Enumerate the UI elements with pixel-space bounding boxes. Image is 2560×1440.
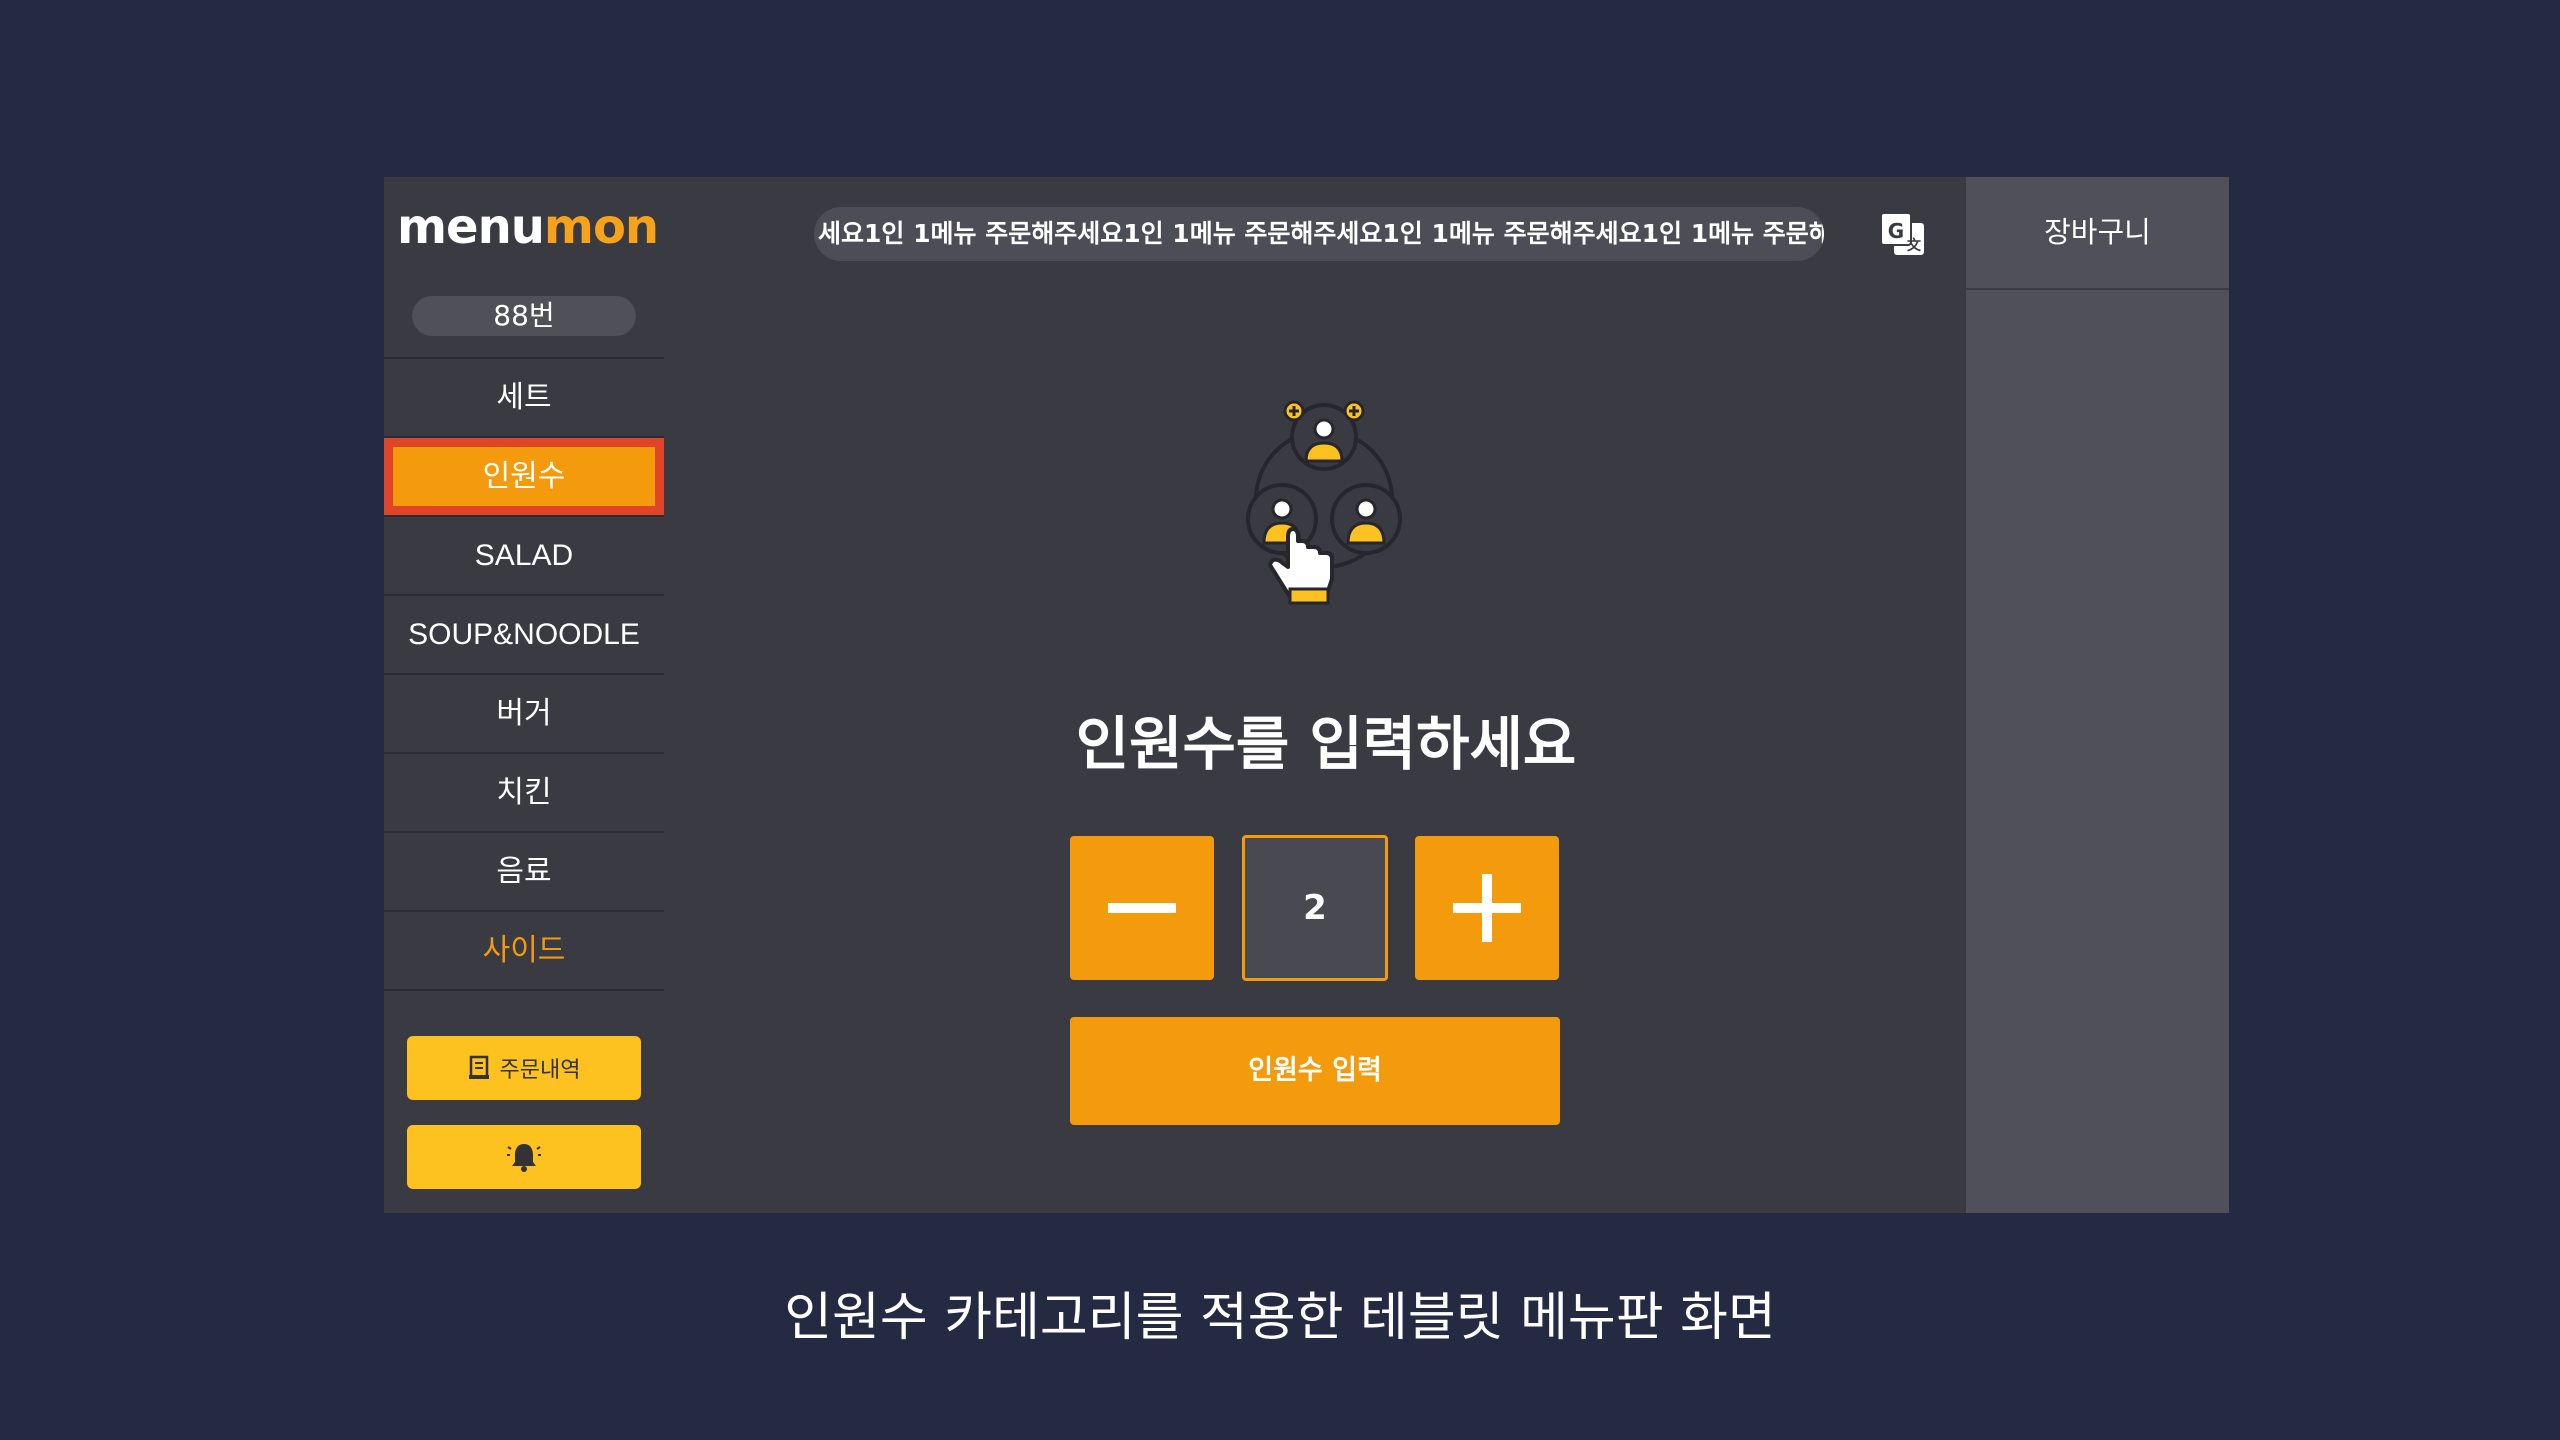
category-chicken[interactable]: 치킨 [384, 752, 664, 831]
bell-icon [507, 1144, 541, 1172]
sidebar: menumon 88번 세트 인원수 SALAD SOUP&NOODLE 버거 … [384, 177, 664, 1213]
increase-button[interactable] [1415, 836, 1559, 980]
category-list: 세트 인원수 SALAD SOUP&NOODLE 버거 치킨 음료 사이드 [384, 357, 664, 991]
headcount-value: 2 [1242, 835, 1388, 981]
logo: menumon [397, 203, 659, 251]
table-number-badge: 88번 [412, 296, 636, 336]
svg-text:G: G [1888, 219, 1904, 243]
cart-title: 장바구니 [1966, 177, 2229, 290]
people-select-icon [1246, 400, 1402, 605]
svg-text:文: 文 [1907, 237, 1922, 254]
category-set[interactable]: 세트 [384, 357, 664, 436]
category-salad[interactable]: SALAD [384, 515, 664, 594]
cart-panel: 장바구니 [1966, 177, 2229, 1213]
logo-part-menu: menu [397, 199, 545, 255]
logo-part-mon: mon [543, 199, 659, 255]
headcount-prompt: 인원수를 입력하세요 [1075, 710, 1577, 778]
translate-icon: G 文 [1880, 212, 1924, 255]
notice-marquee: 세요1인 1메뉴 주문해주세요1인 1메뉴 주문해주세요1인 1메뉴 주문해주세… [814, 207, 1824, 261]
submit-headcount-button[interactable]: 인원수 입력 [1070, 1017, 1560, 1125]
category-side[interactable]: 사이드 [384, 910, 664, 989]
category-burger[interactable]: 버거 [384, 673, 664, 752]
category-drinks[interactable]: 음료 [384, 831, 664, 910]
translate-button[interactable]: G 文 [1878, 209, 1928, 259]
slide-caption: 인원수 카테고리를 적용한 테블릿 메뉴판 화면 [784, 1288, 1776, 1348]
order-history-label: 주문내역 [499, 1058, 581, 1083]
receipt-icon [468, 1055, 489, 1079]
category-headcount[interactable]: 인원수 [384, 436, 664, 515]
tablet-menu-app: menumon 88번 세트 인원수 SALAD SOUP&NOODLE 버거 … [384, 177, 2229, 1213]
decrease-button[interactable] [1070, 836, 1214, 980]
call-staff-button[interactable] [407, 1125, 641, 1189]
category-soup-noodle[interactable]: SOUP&NOODLE [384, 594, 664, 673]
order-history-button[interactable]: 주문내역 [407, 1036, 641, 1100]
